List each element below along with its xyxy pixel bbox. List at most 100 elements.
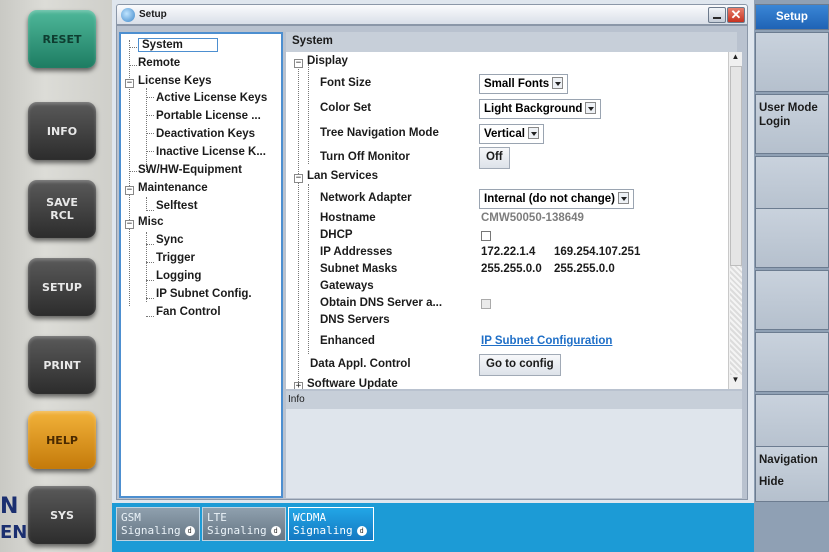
reset-key[interactable]: RESET	[28, 10, 96, 68]
settings-pane: − Display Font Size Small Fonts Color Se…	[286, 52, 728, 389]
window-titlebar: Setup ✕	[116, 4, 748, 25]
tree-item-ip-subnet-config[interactable]: IP Subnet Config.	[156, 288, 252, 300]
scroll-down-icon[interactable]: ▼	[729, 375, 742, 389]
settings-scrollbar[interactable]: ▲ ▼	[728, 52, 742, 389]
software-update-label: Software Update	[307, 378, 398, 389]
tree-item-misc[interactable]: Misc	[138, 216, 164, 228]
scroll-up-icon[interactable]: ▲	[729, 52, 742, 66]
setup-key[interactable]: SETUP	[28, 258, 96, 316]
tree-item-maintenance[interactable]: Maintenance	[138, 182, 208, 194]
scroll-thumb[interactable]	[730, 66, 742, 266]
dhcp-label: DHCP	[320, 229, 353, 241]
tree-item-logging[interactable]: Logging	[156, 270, 201, 282]
tree-item-selftest[interactable]: Selftest	[156, 200, 198, 212]
tree-item-deactivation-keys[interactable]: Deactivation Keys	[156, 128, 255, 140]
softkey-blank-5[interactable]	[755, 332, 829, 392]
print-key[interactable]: PRINT	[28, 336, 96, 394]
turn-off-monitor-button[interactable]: Off	[479, 147, 510, 169]
lan-services-group-label: Lan Services	[307, 170, 378, 182]
color-set-value: Light Background	[484, 103, 583, 115]
save-rcl-key[interactable]: SAVE RCL	[28, 180, 96, 238]
color-set-dropdown[interactable]: Light Background	[479, 99, 602, 119]
tree-item-portable-license[interactable]: Portable License ...	[156, 110, 261, 122]
tree-item-sync[interactable]: Sync	[156, 234, 184, 246]
tree-item-inactive-license-keys[interactable]: Inactive License K...	[156, 146, 266, 158]
gsm-signaling-tab[interactable]: GSM Signaling d	[116, 507, 200, 541]
sys-key[interactable]: SYS	[28, 486, 96, 544]
softkey-column: Setup User Mode Login Navigation Hide	[754, 0, 829, 552]
ip-address-1: 172.22.1.4	[481, 246, 536, 258]
font-size-value: Small Fonts	[484, 78, 550, 90]
tab-line2: Signaling	[293, 524, 353, 537]
tree-item-active-license-keys[interactable]: Active License Keys	[156, 92, 267, 104]
tree-item-fan-control[interactable]: Fan Control	[156, 306, 221, 318]
navigation-label: Navigation	[759, 454, 818, 466]
subnet-masks-label: Subnet Masks	[320, 263, 398, 275]
softkey-blank-3[interactable]	[755, 208, 829, 268]
display-group-label: Display	[307, 55, 348, 67]
setup-softkey[interactable]: Setup	[755, 4, 829, 30]
tree-navigation-mode-value: Vertical	[484, 128, 525, 140]
bottom-tab-bar: GSM Signaling d LTE Signaling d WCDMA Sign…	[112, 503, 754, 552]
tree-navigation-mode-dropdown[interactable]: Vertical	[479, 124, 544, 144]
panel-heading: System	[286, 32, 737, 52]
info-heading: Info	[286, 391, 742, 409]
turn-off-monitor-label: Turn Off Monitor	[320, 151, 410, 163]
info-key[interactable]: INFO	[28, 102, 96, 160]
dhcp-checkbox[interactable]	[481, 231, 491, 241]
setup-app-icon	[121, 7, 135, 22]
tree-item-remote[interactable]: Remote	[138, 57, 180, 69]
network-adapter-dropdown[interactable]: Internal (do not change)	[479, 189, 634, 209]
display-expander-icon[interactable]: −	[294, 59, 303, 68]
tree-item-system[interactable]: System	[138, 38, 218, 52]
d-badge-icon: d	[356, 526, 367, 536]
setup-tree: System Remote − License Keys Active Lice…	[119, 32, 283, 498]
close-button[interactable]: ✕	[727, 7, 745, 23]
license-keys-expander-icon[interactable]: −	[125, 79, 134, 88]
go-to-config-button[interactable]: Go to config	[479, 354, 561, 376]
window-title: Setup	[139, 9, 167, 20]
data-appl-control-label: Data Appl. Control	[310, 358, 411, 370]
lte-signaling-tab[interactable]: LTE Signaling d	[202, 507, 286, 541]
softkey-blank-6[interactable]	[755, 394, 829, 454]
ip-address-2: 169.254.107.251	[554, 246, 641, 258]
tree-item-license-keys[interactable]: License Keys	[138, 75, 212, 87]
navigation-hide-softkey[interactable]: Navigation Hide	[755, 446, 829, 502]
setup-dialog: System Remote − License Keys Active Lice…	[116, 25, 748, 500]
ip-addresses-label: IP Addresses	[320, 246, 393, 258]
maintenance-expander-icon[interactable]: −	[125, 186, 134, 195]
tab-line1: GSM	[121, 511, 141, 524]
tree-item-sw-hw-equipment[interactable]: SW/HW-Equipment	[138, 164, 242, 176]
obtain-dns-checkbox[interactable]	[481, 299, 491, 309]
tab-line1: LTE	[207, 511, 227, 524]
obtain-dns-label: Obtain DNS Server a...	[320, 297, 443, 309]
software-update-expander-icon[interactable]: +	[294, 382, 303, 389]
misc-expander-icon[interactable]: −	[125, 220, 134, 229]
tab-line2: Signaling	[121, 524, 181, 537]
chevron-down-icon	[552, 77, 564, 89]
enhanced-label: Enhanced	[320, 335, 375, 347]
softkey-blank-2[interactable]	[755, 156, 829, 216]
subnet-mask-1: 255.255.0.0	[481, 263, 542, 275]
edge-text-n: N	[0, 494, 19, 519]
color-set-label: Color Set	[320, 102, 372, 114]
help-key[interactable]: HELP	[28, 411, 96, 469]
user-mode-login-softkey[interactable]: User Mode Login	[755, 94, 829, 154]
scroll-track[interactable]	[730, 266, 742, 375]
instrument-screen: Setup ✕ System Remote − License Keys Act…	[112, 0, 829, 552]
hide-label: Hide	[759, 476, 784, 488]
wcdma-signaling-tab[interactable]: WCDMA Signaling d	[288, 507, 374, 541]
minimize-button[interactable]	[708, 7, 726, 23]
hostname-value: CMW50050-138649	[481, 212, 584, 224]
tree-item-trigger[interactable]: Trigger	[156, 252, 195, 264]
dns-servers-label: DNS Servers	[320, 314, 390, 326]
d-badge-icon: d	[270, 526, 281, 536]
ip-subnet-configuration-link[interactable]: IP Subnet Configuration	[481, 335, 612, 347]
network-adapter-value: Internal (do not change)	[484, 193, 615, 205]
lan-services-expander-icon[interactable]: −	[294, 174, 303, 183]
font-size-dropdown[interactable]: Small Fonts	[479, 74, 569, 94]
softkey-blank-1[interactable]	[755, 32, 829, 92]
hardware-key-panel: RESET INFO SAVE RCL SETUP PRINT HELP SYS…	[0, 0, 112, 552]
chevron-down-icon	[617, 192, 629, 204]
softkey-blank-4[interactable]	[755, 270, 829, 330]
